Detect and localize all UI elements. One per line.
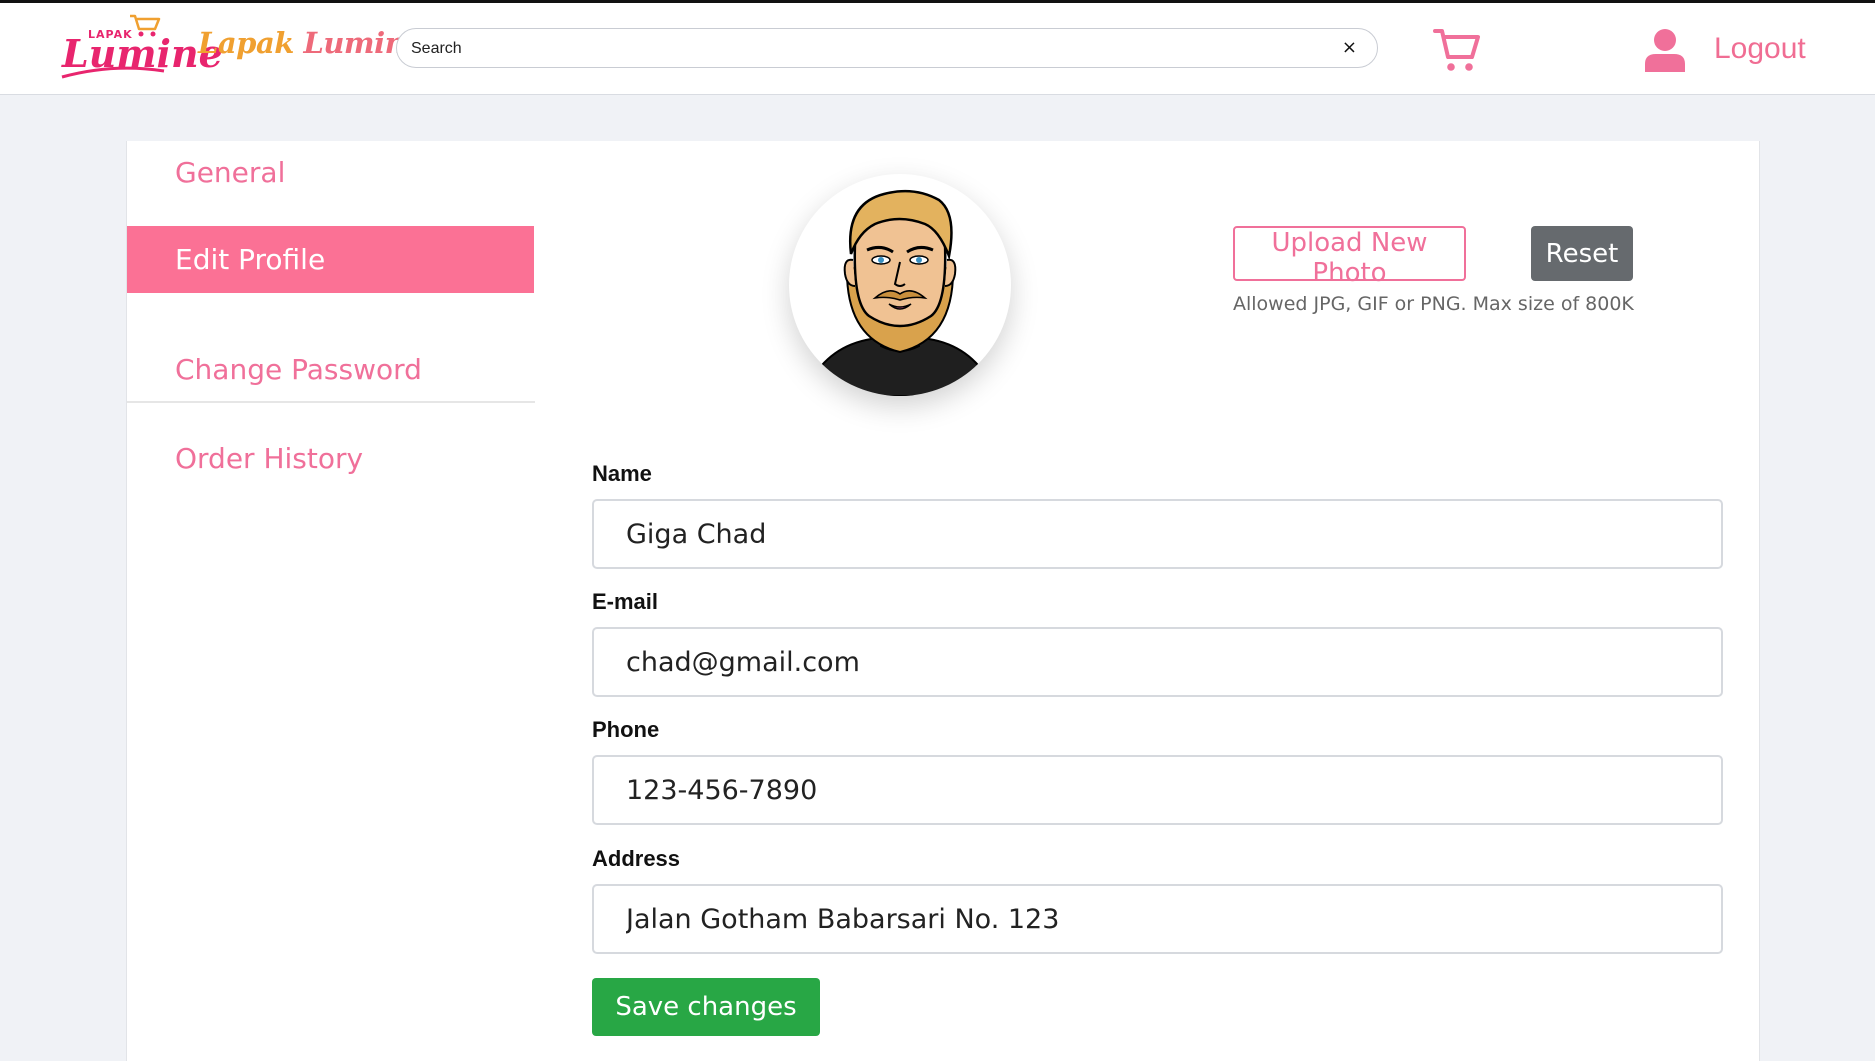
sidebar-item-change-password[interactable]: Change Password (127, 337, 535, 403)
photo-hint-text: Allowed JPG, GIF or PNG. Max size of 800… (1233, 293, 1634, 315)
brand-name: Lapak Lumine (198, 26, 424, 60)
sidebar-item-order-history[interactable]: Order History (127, 433, 534, 485)
avatar (789, 174, 1011, 396)
reset-photo-button[interactable]: Reset (1531, 226, 1633, 281)
address-label: Address (592, 846, 681, 871)
save-changes-button[interactable]: Save changes (592, 978, 820, 1036)
sidebar-item-edit-profile[interactable]: Edit Profile (127, 226, 534, 293)
close-icon[interactable]: × (1342, 38, 1357, 58)
upload-photo-button[interactable]: Upload New Photo (1233, 226, 1466, 288)
logout-link[interactable]: Logout (1714, 32, 1806, 66)
sidebar-item-general[interactable]: General (127, 149, 534, 197)
name-field[interactable] (592, 499, 1723, 569)
name-label: Name (592, 461, 652, 486)
address-field[interactable] (592, 884, 1723, 954)
user-icon[interactable] (1644, 28, 1686, 72)
search-input[interactable] (411, 37, 1311, 61)
profile-card: General Edit Profile Change Password Ord… (126, 141, 1760, 1061)
email-label: E-mail (592, 589, 659, 614)
logo[interactable]: LAPAK Lumine (58, 11, 223, 85)
search-bar: × (396, 28, 1378, 68)
email-field[interactable] (592, 627, 1723, 697)
phone-label: Phone (592, 717, 660, 742)
logo-swoosh (61, 66, 165, 79)
phone-field[interactable] (592, 755, 1723, 825)
cart-icon[interactable] (1432, 25, 1482, 75)
avatar-illustration (808, 189, 992, 396)
brand-word-lapak: Lapak (198, 26, 294, 60)
navbar: LAPAK Lumine Lapak Lumine × Logout (0, 3, 1875, 95)
